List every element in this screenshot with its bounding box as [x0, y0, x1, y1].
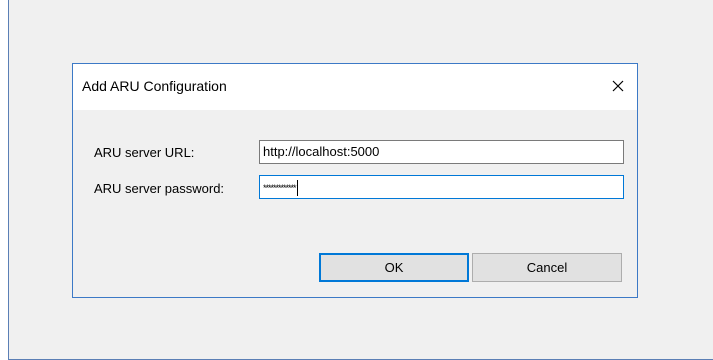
server-password-label: ARU server password:: [94, 181, 225, 196]
server-password-input[interactable]: *************: [259, 175, 624, 199]
text-caret: [296, 179, 298, 196]
add-aru-configuration-dialog: Add ARU Configuration ARU server URL: ht…: [72, 63, 638, 298]
ok-button[interactable]: OK: [319, 253, 469, 282]
dialog-title-bar[interactable]: Add ARU Configuration: [73, 64, 637, 110]
server-url-label: ARU server URL:: [94, 145, 195, 160]
server-password-value: *************: [263, 183, 297, 193]
server-url-value: http://localhost:5000: [263, 144, 380, 159]
server-url-input[interactable]: http://localhost:5000: [259, 140, 624, 164]
close-icon: [612, 80, 624, 92]
close-button[interactable]: [603, 72, 633, 100]
cancel-button[interactable]: Cancel: [472, 253, 622, 282]
dialog-title: Add ARU Configuration: [82, 78, 227, 94]
